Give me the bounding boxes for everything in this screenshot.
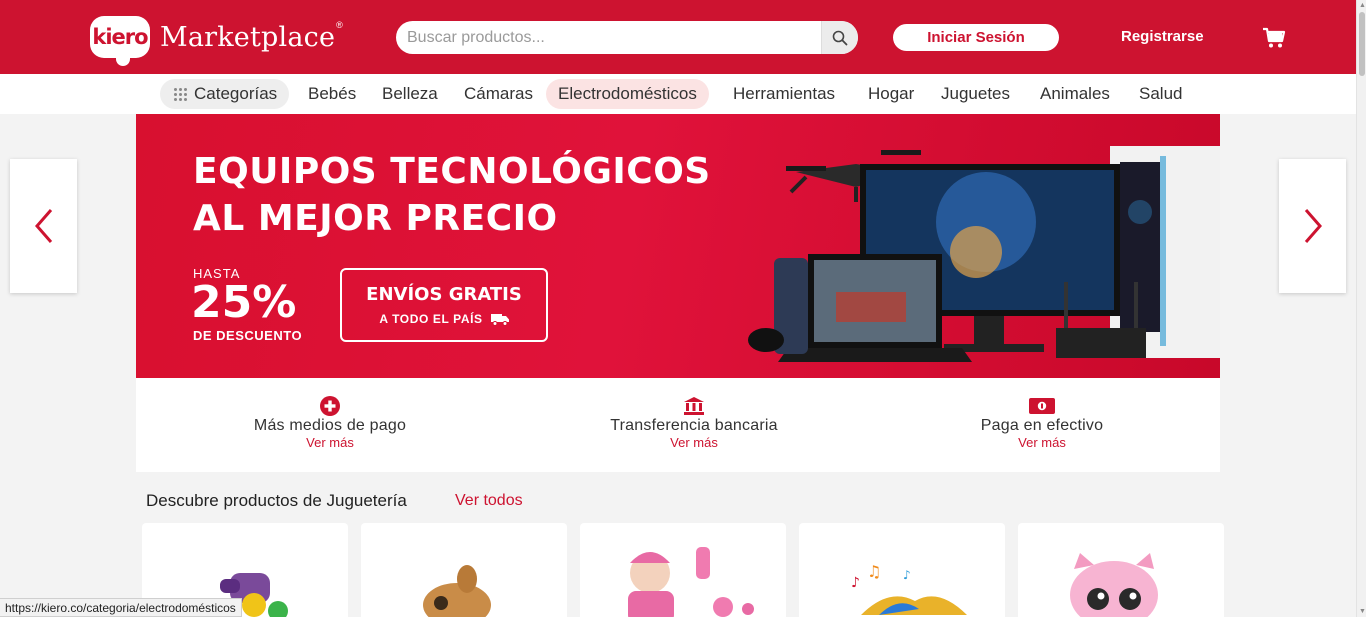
categories-menu-button[interactable]: Categorías — [160, 79, 290, 109]
payment-see-more-link[interactable]: Ver más — [544, 435, 844, 450]
scroll-thumb[interactable] — [1359, 12, 1365, 76]
login-button[interactable]: Iniciar Sesión — [893, 24, 1059, 51]
nav-item-camaras[interactable]: Cámaras — [452, 79, 545, 109]
logo-badge-text: kiero — [92, 25, 148, 49]
product-card[interactable] — [1018, 523, 1224, 617]
earbuds-image — [748, 328, 784, 352]
logo-text: Marketplace — [160, 21, 336, 53]
plus-circle-icon — [320, 396, 340, 416]
search-bar — [396, 21, 858, 54]
promo-banner[interactable]: EQUIPOS TECNOLÓGICOS AL MEJOR PRECIO HAS… — [136, 114, 1220, 378]
pay-icon-wrap — [892, 396, 1192, 416]
banner-products-image — [748, 146, 1220, 362]
search-icon — [832, 30, 848, 45]
nav-item-electrodomesticos[interactable]: Electrodomésticos — [546, 79, 709, 109]
nav-item-animales[interactable]: Animales — [1028, 79, 1122, 109]
kiero-logo[interactable]: kiero Marketplace ® — [90, 14, 343, 66]
category-nav: Categorías Bebés Belleza Cámaras Electro… — [0, 74, 1356, 114]
banner-discount-label: DE DESCUENTO — [193, 328, 303, 343]
banner-discount: 25% — [191, 277, 297, 328]
payment-title: Paga en efectivo — [980, 417, 1104, 434]
search-button[interactable] — [821, 21, 858, 54]
payment-cash[interactable]: Paga en efectivo Ver más — [892, 396, 1192, 450]
scroll-down-icon[interactable]: ▼ — [1359, 608, 1366, 615]
svg-text:♫: ♫ — [867, 562, 881, 581]
product-image — [423, 565, 491, 617]
chevron-right-icon — [1304, 209, 1322, 243]
section-title: Descubre productos de Juguetería — [146, 491, 407, 510]
truck-icon — [490, 313, 509, 326]
carousel-prev-button[interactable] — [10, 159, 77, 293]
browser-status-url: https://kiero.co/categoria/electrodomést… — [0, 598, 242, 617]
payment-methods-strip: Más medios de pago Ver más Transferencia… — [136, 378, 1220, 472]
product-card[interactable]: ♪ ♫ ♪ — [799, 523, 1005, 617]
grid-icon — [174, 87, 187, 101]
carousel-next-button[interactable] — [1279, 159, 1346, 293]
nav-item-bebes[interactable]: Bebés — [296, 79, 368, 109]
payment-see-more-link[interactable]: Ver más — [180, 435, 480, 450]
pay-icon-wrap — [544, 396, 844, 416]
product-image — [628, 547, 754, 617]
search-input[interactable] — [396, 21, 816, 54]
shipping-subtitle: A TODO EL PAÍS — [379, 312, 483, 326]
nav-item-salud[interactable]: Salud — [1127, 79, 1194, 109]
payment-bank-transfer[interactable]: Transferencia bancaria Ver más — [544, 396, 844, 450]
nav-item-belleza[interactable]: Belleza — [370, 79, 450, 109]
shopping-cart-icon[interactable] — [1262, 26, 1286, 50]
banner-title-line2: AL MEJOR PRECIO — [193, 198, 558, 239]
logo-badge: kiero — [90, 16, 150, 66]
shipping-title: ENVÍOS GRATIS — [366, 284, 522, 305]
payment-see-more-link[interactable]: Ver más — [892, 435, 1192, 450]
nav-item-hogar[interactable]: Hogar — [856, 79, 926, 109]
product-image: ♪ ♫ ♪ — [851, 562, 967, 615]
svg-text:♪: ♪ — [851, 575, 860, 591]
chevron-left-icon — [34, 209, 52, 243]
register-link[interactable]: Registrarse — [1121, 28, 1204, 45]
pc-tower-image — [1110, 146, 1220, 358]
see-all-link[interactable]: Ver todos — [455, 492, 523, 510]
payment-title: Más medios de pago — [253, 417, 407, 434]
site-header: kiero Marketplace® Iniciar Sesión Regist… — [0, 0, 1356, 74]
banner-title: EQUIPOS TECNOLÓGICOS AL MEJOR PRECIO — [193, 148, 711, 242]
scroll-up-icon[interactable]: ▲ — [1359, 2, 1366, 9]
nav-item-juguetes[interactable]: Juguetes — [929, 79, 1022, 109]
payment-title: Transferencia bancaria — [610, 417, 778, 434]
free-shipping-box: ENVÍOS GRATIS A TODO EL PAÍS — [340, 268, 548, 342]
shipping-subtitle-row: A TODO EL PAÍS — [342, 312, 546, 326]
product-card[interactable] — [580, 523, 786, 617]
bank-icon — [684, 397, 704, 415]
banner-title-line1: EQUIPOS TECNOLÓGICOS — [193, 151, 711, 192]
categories-label: Categorías — [194, 84, 278, 103]
nav-item-herramientas[interactable]: Herramientas — [721, 79, 847, 109]
page-scrollbar[interactable]: ▲ ▼ — [1356, 0, 1366, 617]
registered-mark: ® — [336, 20, 343, 30]
payment-more-methods[interactable]: Más medios de pago Ver más — [180, 396, 480, 450]
pay-icon-wrap — [180, 396, 480, 416]
svg-text:♪: ♪ — [903, 568, 911, 582]
cash-icon — [1029, 398, 1055, 414]
product-image — [1070, 553, 1158, 617]
product-card[interactable] — [361, 523, 567, 617]
